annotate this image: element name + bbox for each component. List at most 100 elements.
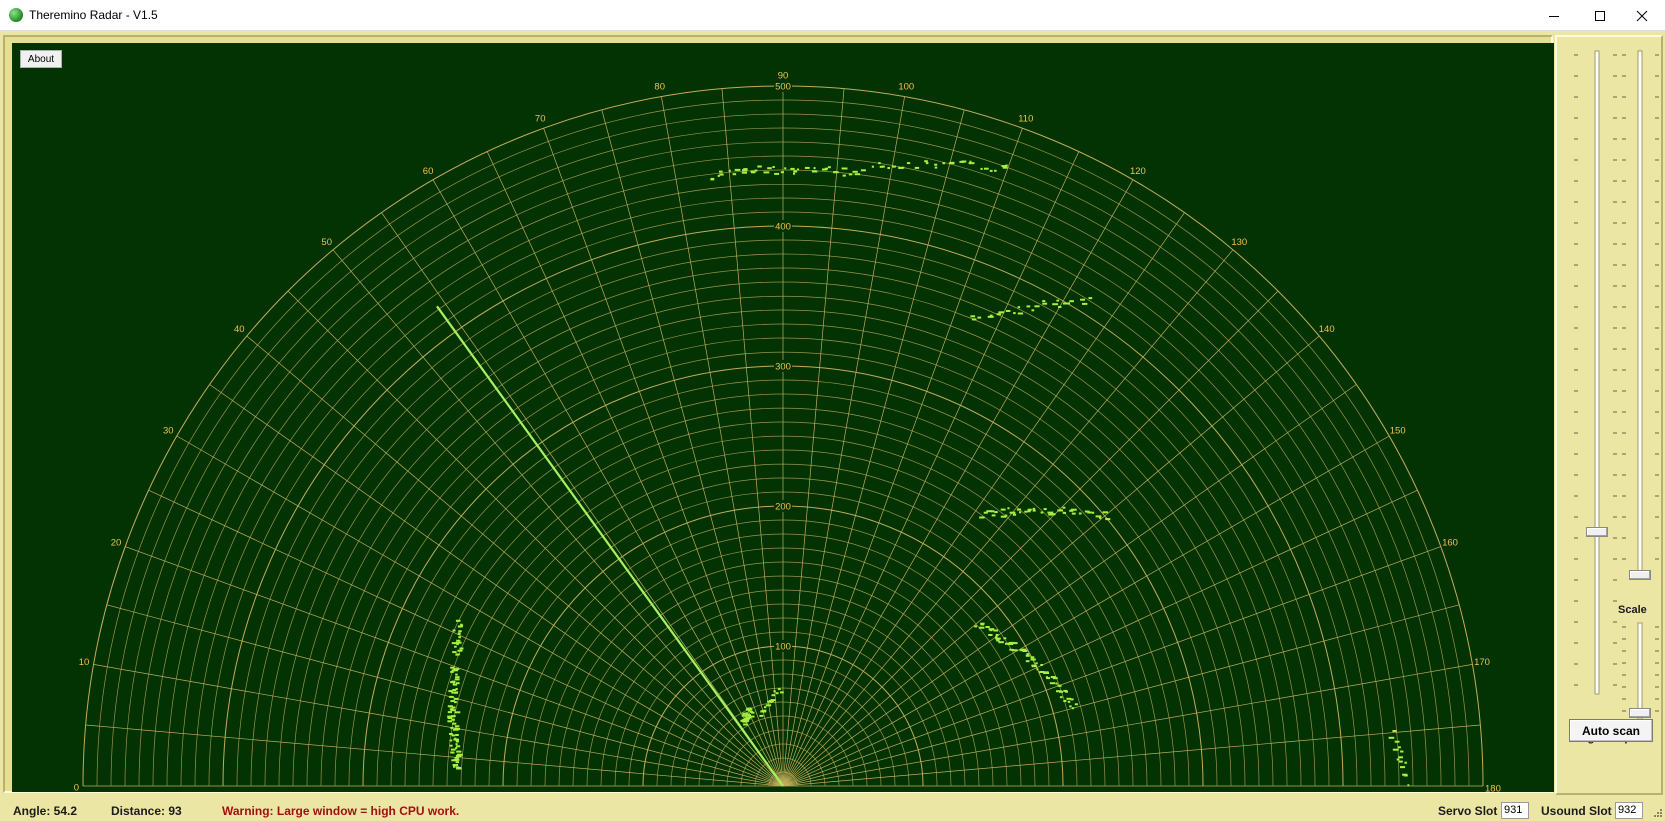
maximize-button[interactable] [1577, 0, 1623, 31]
angle-slider-thumb[interactable] [1586, 527, 1608, 537]
echo-point [456, 745, 461, 748]
echo-point [777, 688, 781, 691]
echo-point [1058, 509, 1061, 512]
angle-spoke [721, 88, 784, 787]
echo-point [1069, 300, 1074, 303]
echo-point [457, 633, 461, 635]
echo-point [454, 756, 459, 759]
echo-point [989, 169, 993, 172]
echo-point [1000, 508, 1006, 511]
resize-grip-icon[interactable] [1653, 808, 1663, 818]
echo-point [458, 630, 462, 633]
echo-point [454, 645, 457, 648]
echo-point [754, 169, 758, 172]
echo-point [751, 711, 755, 714]
echo-point [449, 739, 453, 742]
close-button[interactable] [1619, 0, 1665, 31]
echo-point [784, 167, 787, 170]
echo-point [978, 626, 985, 629]
echo-point [1397, 746, 1401, 749]
echo-point [454, 727, 458, 730]
echo-point [914, 166, 920, 169]
echo-point [459, 647, 464, 650]
echo-point [719, 173, 724, 176]
echo-point [988, 634, 993, 636]
echo-point [452, 683, 455, 686]
echo-point [1059, 696, 1063, 699]
echo-point [1067, 302, 1070, 305]
echo-point [1040, 511, 1044, 514]
echo-point [454, 669, 458, 672]
echo-point [1105, 518, 1111, 521]
echo-point [1040, 664, 1043, 666]
scale-slider-thumb[interactable] [1629, 570, 1651, 580]
echo-point [1012, 513, 1017, 516]
echo-point [763, 171, 770, 174]
echo-point [995, 634, 999, 636]
echo-point [743, 168, 748, 171]
echo-point [771, 694, 776, 697]
echo-point [757, 165, 762, 168]
echo-point [451, 706, 456, 709]
echo-point [455, 653, 460, 656]
echo-point [860, 169, 866, 172]
echo-point [1034, 305, 1040, 308]
echo-point [984, 167, 989, 170]
angle-label: 150 [1390, 426, 1406, 437]
usound-slot-input[interactable]: 932 [1615, 802, 1643, 819]
client-area: 0 10 20 30 40 50 60 70 80 90 100 110 120 130 140 150 160… [0, 31, 1665, 821]
speed-slider-thumb[interactable] [1629, 708, 1651, 718]
scale-slider-track [1637, 50, 1643, 572]
echo-point [452, 722, 457, 725]
echo-point [763, 709, 767, 712]
status-bar: Angle: 54.2 Distance: 93 Warning: Large … [0, 801, 1665, 821]
echo-point [924, 160, 928, 163]
echo-point [1394, 740, 1400, 743]
echo-point [961, 160, 967, 163]
echo-point [1062, 511, 1066, 514]
scale-label: Scale [1618, 604, 1647, 616]
slider-ticks [1574, 50, 1659, 720]
echo-point [452, 629, 456, 632]
echo-point [780, 171, 784, 174]
auto-scan-button[interactable]: Auto scan [1569, 719, 1653, 742]
echo-point [994, 169, 997, 172]
echo-point [455, 619, 461, 622]
echo-point [813, 167, 816, 170]
control-panel: Scale Angle Speed Auto scan [1555, 35, 1663, 795]
echo-point [452, 764, 458, 766]
radar-canvas: 0102030405060708090100110120130140150160… [74, 71, 1501, 792]
echo-point [1091, 511, 1095, 514]
angle-spoke [782, 489, 1418, 787]
servo-slot-input[interactable]: 931 [1501, 802, 1529, 819]
distance-label: 200 [775, 502, 791, 513]
echo-point [985, 626, 990, 628]
echo-point [732, 173, 737, 176]
minimize-button[interactable] [1531, 0, 1577, 31]
echo-point [455, 766, 459, 769]
echo-point [1005, 164, 1008, 167]
echo-point [1031, 309, 1035, 312]
radar-display[interactable]: 0 10 20 30 40 50 60 70 80 90 100 110 120 130 140 150 160… [12, 43, 1554, 792]
echo-point [456, 639, 461, 642]
echo-point [1074, 703, 1078, 706]
echo-point [447, 720, 452, 723]
echo-point [1087, 510, 1090, 513]
echo-point [1046, 677, 1051, 680]
angle-label: 70 [535, 114, 546, 125]
echo-point [796, 168, 799, 171]
radar-grid [82, 85, 1484, 787]
about-button[interactable]: About [20, 50, 62, 68]
echo-point [1043, 671, 1049, 674]
echo-point [749, 715, 755, 718]
echo-point [1013, 312, 1016, 315]
echo-point [906, 162, 911, 165]
echo-points [447, 160, 1410, 787]
echo-point [1025, 654, 1030, 657]
echo-point [1400, 750, 1404, 753]
echo-point [767, 167, 772, 170]
echo-point [848, 173, 853, 176]
echo-point [1088, 297, 1093, 300]
echo-point [1050, 513, 1056, 516]
echo-point [728, 169, 731, 172]
